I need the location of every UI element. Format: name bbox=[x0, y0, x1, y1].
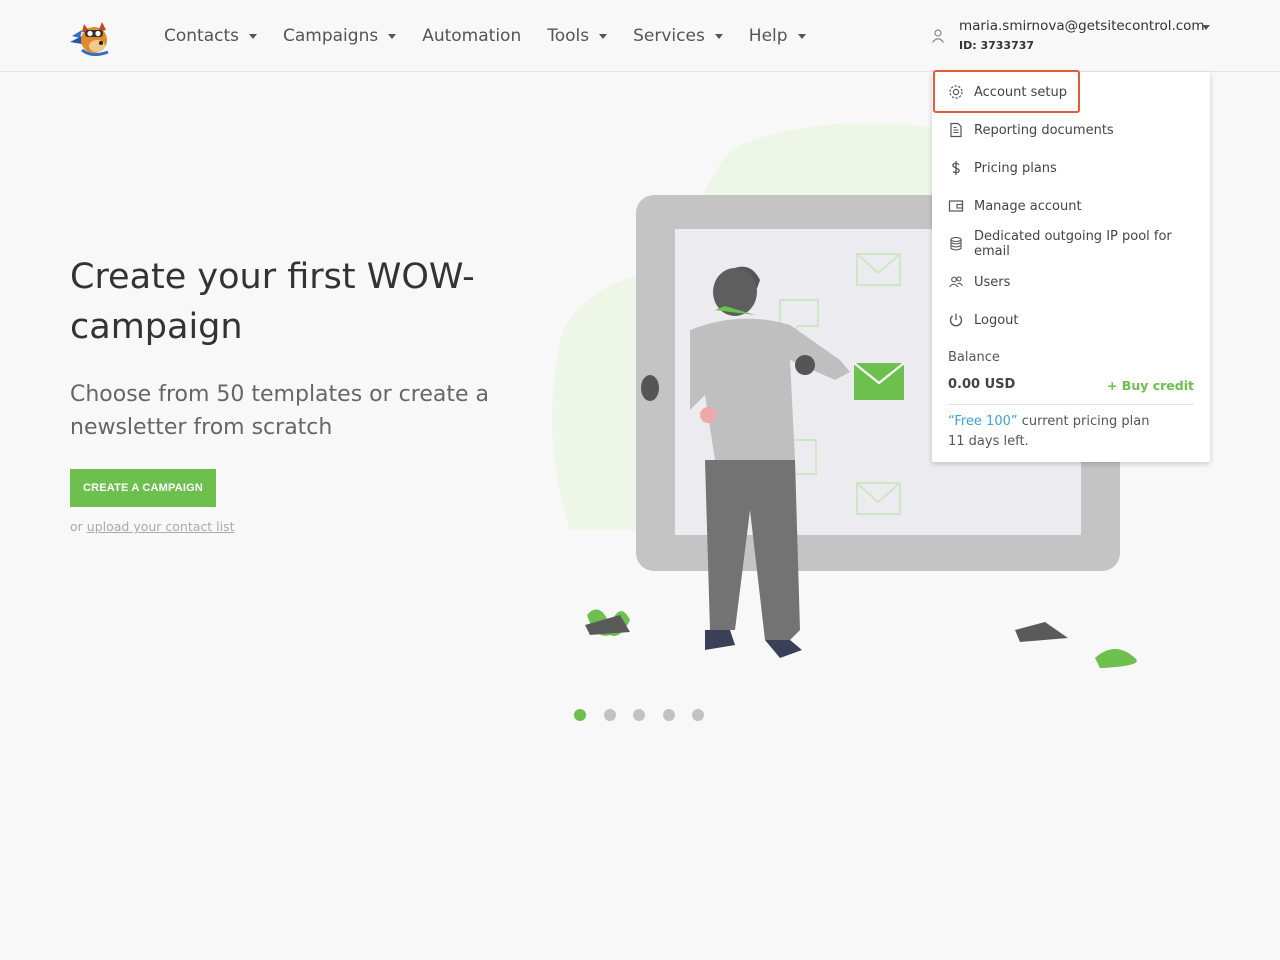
wallet-icon bbox=[948, 200, 964, 212]
nav-help-label: Help bbox=[748, 26, 788, 46]
nav-contacts-label: Contacts bbox=[164, 26, 239, 46]
carousel-dot-2[interactable] bbox=[603, 709, 616, 721]
nav-campaigns-label: Campaigns bbox=[283, 26, 379, 46]
menu-item-logout[interactable]: Logout bbox=[932, 301, 1210, 339]
nav-tools[interactable]: Tools bbox=[547, 26, 608, 46]
caret-down-icon bbox=[1202, 25, 1210, 30]
create-campaign-button[interactable]: CREATE A CAMPAIGN bbox=[70, 469, 216, 507]
main-nav: Contacts Campaigns Automation Tools Serv… bbox=[164, 0, 832, 72]
nav-services[interactable]: Services bbox=[633, 26, 723, 46]
pricing-plan-info: “Free 100” current pricing plan bbox=[948, 414, 1149, 429]
hero-title: Create your first WOW-campaign bbox=[70, 257, 475, 347]
menu-item-account-setup[interactable]: Account setup bbox=[932, 73, 1210, 111]
database-icon bbox=[950, 236, 962, 251]
menu-item-dedicated-ip-pool[interactable]: Dedicated outgoing IP pool for email bbox=[932, 225, 1210, 263]
caret-down-icon bbox=[599, 33, 608, 39]
menu-item-label: Reporting documents bbox=[974, 122, 1114, 138]
alt-prefix: or bbox=[70, 519, 83, 534]
hero-subtitle: Choose from 50 templates or create a new… bbox=[70, 382, 489, 440]
upload-contact-list-link[interactable]: upload your contact list bbox=[87, 519, 235, 534]
dog-logo-icon bbox=[70, 22, 109, 57]
carousel-dot-4[interactable] bbox=[662, 709, 675, 721]
buy-credit-link[interactable]: + Buy credit bbox=[1107, 378, 1194, 393]
nav-help[interactable]: Help bbox=[749, 26, 806, 46]
plan-name-link[interactable]: “Free 100” bbox=[948, 414, 1018, 429]
nav-campaigns[interactable]: Campaigns bbox=[283, 26, 397, 46]
nav-automation[interactable]: Automation bbox=[422, 26, 521, 46]
caret-down-icon bbox=[797, 33, 806, 39]
menu-item-label: Pricing plans bbox=[974, 160, 1057, 176]
caret-down-icon bbox=[388, 33, 397, 39]
menu-item-label: Users bbox=[974, 274, 1011, 290]
menu-item-label: Dedicated outgoing IP pool for email bbox=[974, 229, 1172, 259]
caret-down-icon bbox=[249, 33, 257, 39]
menu-item-label: Account setup bbox=[974, 84, 1067, 100]
document-icon bbox=[950, 122, 962, 138]
menu-item-label: Logout bbox=[974, 312, 1019, 328]
user-email: maria.smirnova@getsitecontrol.com bbox=[959, 18, 1205, 34]
menu-item-reporting-documents[interactable]: Reporting documents bbox=[932, 111, 1210, 149]
nav-automation-label: Automation bbox=[422, 26, 522, 46]
carousel-dot-1[interactable] bbox=[574, 709, 586, 721]
nav-services-label: Services bbox=[633, 26, 705, 46]
menu-item-pricing-plans[interactable]: Pricing plans bbox=[932, 149, 1210, 187]
nav-tools-label: Tools bbox=[547, 26, 590, 46]
menu-item-users[interactable]: Users bbox=[932, 263, 1210, 301]
dollar-icon bbox=[952, 161, 960, 175]
gear-icon bbox=[949, 85, 963, 99]
users-icon bbox=[949, 276, 963, 288]
carousel-dot-5[interactable] bbox=[692, 709, 704, 721]
upload-alternative: or upload your contact list bbox=[70, 519, 235, 534]
days-left: 11 days left. bbox=[948, 434, 1029, 449]
caret-down-icon bbox=[714, 33, 723, 39]
carousel-dot-3[interactable] bbox=[633, 709, 645, 721]
menu-item-manage-account[interactable]: Manage account bbox=[932, 187, 1210, 225]
menu-item-label: Manage account bbox=[974, 198, 1082, 214]
account-dropdown: Account setup Reporting documents Pricin… bbox=[932, 72, 1210, 462]
divider bbox=[948, 404, 1194, 405]
logo[interactable] bbox=[68, 14, 116, 58]
power-icon bbox=[949, 313, 963, 327]
user-icon bbox=[932, 29, 944, 43]
user-id: ID: 3733737 bbox=[959, 39, 1035, 52]
carousel-dots bbox=[574, 709, 722, 721]
nav-contacts[interactable]: Contacts bbox=[164, 26, 257, 46]
plan-suffix: current pricing plan bbox=[1021, 414, 1150, 429]
balance-label: Balance bbox=[948, 350, 1000, 365]
balance-value: 0.00 USD bbox=[948, 377, 1016, 392]
header: Contacts Campaigns Automation Tools Serv… bbox=[0, 0, 1280, 72]
